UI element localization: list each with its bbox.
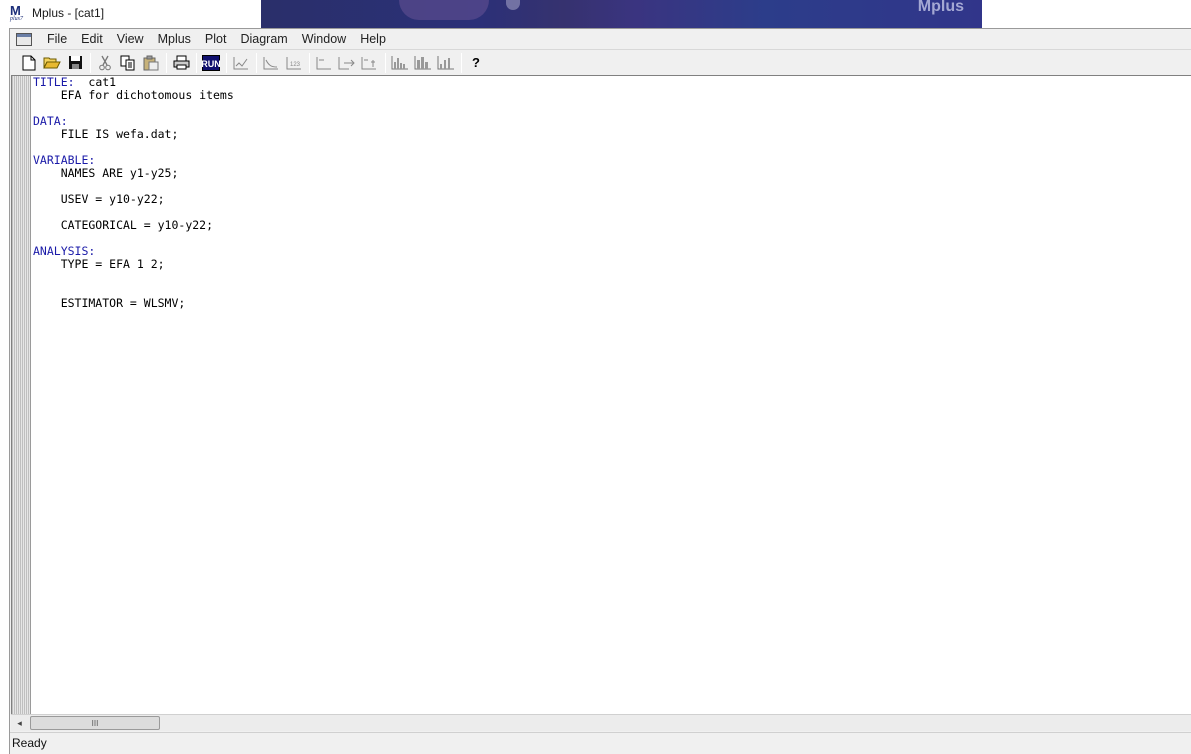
mplus-app-icon[interactable]: M plus7: [9, 3, 27, 23]
editor-text[interactable]: TITLE: cat1 EFA for dichotomous items DAT…: [33, 76, 234, 310]
plot-button-2[interactable]: [260, 52, 282, 74]
toolbar-separator: [461, 52, 462, 73]
curve-plot-icon: [263, 56, 278, 69]
code-text: CATEGORICAL = y10-y22;: [33, 218, 214, 232]
arrow-plot-icon: [338, 56, 355, 69]
plot-button-6[interactable]: [359, 52, 381, 74]
copy-button[interactable]: [117, 52, 139, 74]
title-bar: M plus7 Mplus - [cat1] Mplus: [0, 0, 1191, 28]
code-text: USEV = y10-y22;: [33, 192, 165, 206]
code-text: NAMES ARE y1-y25;: [33, 166, 179, 180]
code-keyword: VARIABLE:: [33, 153, 96, 167]
code-line[interactable]: FILE IS wefa.dat;: [33, 128, 234, 141]
status-text: Ready: [12, 736, 47, 750]
menu-view[interactable]: View: [110, 29, 151, 49]
scrollbar-grip-icon: III: [91, 718, 99, 728]
toolbar-separator: [196, 52, 197, 73]
code-text: TYPE = EFA 1 2;: [33, 257, 165, 271]
new-file-button[interactable]: [18, 52, 40, 74]
plot-button-3[interactable]: 123: [283, 52, 305, 74]
toolbar-separator: [309, 52, 310, 73]
code-line[interactable]: USEV = y10-y22;: [33, 193, 234, 206]
plot-button-5[interactable]: [336, 52, 358, 74]
menu-help[interactable]: Help: [353, 29, 393, 49]
banner-shape: [506, 0, 520, 10]
editor-gutter: [12, 76, 31, 715]
diagram-button-1[interactable]: [389, 52, 411, 74]
cut-button[interactable]: [94, 52, 116, 74]
banner-logo: Mplus: [917, 0, 964, 15]
toolbar-separator: [166, 52, 167, 73]
menu-edit[interactable]: Edit: [74, 29, 110, 49]
banner-shape: [399, 0, 489, 20]
print-button[interactable]: [170, 52, 192, 74]
diagram-button-2[interactable]: [412, 52, 434, 74]
diagram-button-3[interactable]: [435, 52, 457, 74]
document-system-icon[interactable]: [16, 32, 32, 46]
code-text: EFA for dichotomous items: [33, 88, 234, 102]
open-folder-icon: [43, 57, 61, 69]
horizontal-scrollbar[interactable]: ◂ III: [11, 714, 1191, 731]
menu-diagram[interactable]: Diagram: [233, 29, 294, 49]
scroll-left-arrow-icon: ◂: [17, 717, 22, 728]
code-line[interactable]: [33, 271, 234, 284]
status-bar: Ready: [10, 732, 1191, 754]
open-file-button[interactable]: [41, 52, 63, 74]
menu-file[interactable]: File: [40, 29, 74, 49]
scissors-icon: [99, 55, 111, 70]
numbered-plot-icon: 123: [286, 56, 301, 69]
run-icon: RUN: [202, 54, 220, 71]
new-file-icon: [22, 55, 36, 70]
menu-window[interactable]: Window: [295, 29, 353, 49]
code-line[interactable]: CATEGORICAL = y10-y22;: [33, 219, 234, 232]
plot-button-4[interactable]: [313, 52, 335, 74]
save-button[interactable]: [64, 52, 86, 74]
numbered-plot-label: 123: [290, 62, 301, 68]
column-chart-icon: [437, 56, 454, 70]
plot-button-1[interactable]: [230, 52, 252, 74]
code-line[interactable]: NAMES ARE y1-y25;: [33, 167, 234, 180]
window-title: Mplus - [cat1]: [32, 6, 105, 20]
code-text: cat1: [74, 75, 117, 89]
histogram-icon: [414, 56, 431, 70]
toolbar-separator: [90, 52, 91, 73]
paste-clipboard-icon: [143, 55, 159, 70]
code-line[interactable]: ESTIMATOR = WLSMV;: [33, 297, 234, 310]
scroll-left-button[interactable]: ◂: [11, 715, 28, 731]
item-plot-icon: [361, 56, 376, 69]
run-button[interactable]: RUN: [200, 52, 222, 74]
toolbar: RUN 123 ?: [10, 49, 1191, 75]
help-question-icon: ?: [472, 55, 480, 70]
axis-plot-icon: [316, 56, 331, 69]
code-keyword: TITLE:: [33, 75, 75, 89]
toolbar-separator: [226, 52, 227, 73]
bar-diagram-icon: [391, 56, 408, 70]
copy-icon: [120, 55, 135, 70]
code-line[interactable]: TYPE = EFA 1 2;: [33, 258, 234, 271]
paste-button[interactable]: [140, 52, 162, 74]
menu-mplus[interactable]: Mplus: [151, 29, 198, 49]
app-icon-subtext: plus7: [10, 16, 24, 22]
code-text: ESTIMATOR = WLSMV;: [33, 296, 186, 310]
code-keyword: DATA:: [33, 114, 68, 128]
scrollbar-thumb[interactable]: III: [30, 716, 160, 730]
code-line[interactable]: EFA for dichotomous items: [33, 89, 234, 102]
background-banner: Mplus: [261, 0, 982, 28]
code-text: FILE IS wefa.dat;: [33, 127, 179, 141]
save-disk-icon: [68, 56, 82, 69]
printer-icon: [173, 55, 189, 70]
code-keyword: ANALYSIS:: [33, 244, 96, 258]
help-button[interactable]: ?: [465, 52, 487, 74]
menu-plot[interactable]: Plot: [198, 29, 234, 49]
menu-bar: File Edit View Mplus Plot Diagram Window…: [10, 29, 1191, 49]
toolbar-separator: [385, 52, 386, 73]
toolbar-separator: [256, 52, 257, 73]
line-plot-icon: [233, 56, 248, 69]
code-editor[interactable]: TITLE: cat1 EFA for dichotomous items DAT…: [11, 75, 1191, 715]
run-label: RUN: [202, 59, 220, 69]
